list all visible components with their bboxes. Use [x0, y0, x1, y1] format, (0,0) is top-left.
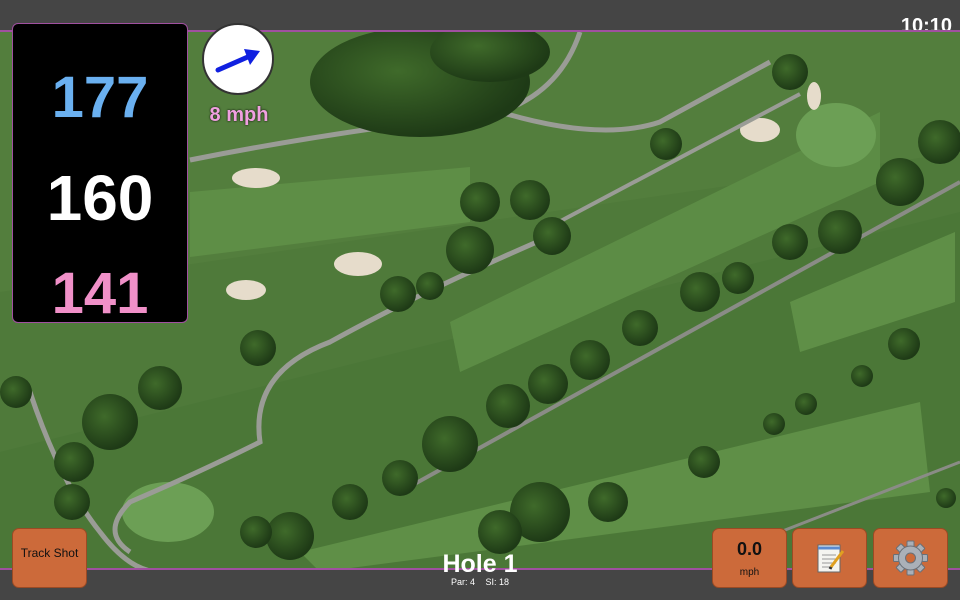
track-shot-label: Track Shot: [20, 546, 79, 560]
wind-speed-value: 0.0: [736, 539, 763, 559]
back-distance: 177: [51, 65, 149, 130]
wind-indicator: [202, 23, 274, 95]
wind-direction-arrow-icon: [215, 49, 260, 73]
front-distance: 141: [51, 261, 149, 326]
hole-info: Par: 4 SI: 18: [380, 577, 580, 587]
wind-speed-unit: mph: [739, 567, 760, 578]
hole-title: Hole 1: [442, 550, 518, 578]
wind-speed-button[interactable]: 0.0 mph: [712, 528, 787, 588]
hole-stroke-index: SI: 18: [485, 577, 510, 587]
middle-distance: 160: [46, 162, 154, 234]
distance-panel: 177 160 141: [12, 23, 188, 326]
gear-icon: [893, 540, 928, 576]
notes-button[interactable]: [792, 528, 867, 588]
wind-speed-label: 8 mph: [209, 104, 269, 126]
notepad-icon: [817, 544, 845, 573]
hole-par: Par: 4: [450, 577, 475, 587]
track-shot-button[interactable]: Track Shot: [12, 528, 87, 588]
settings-button[interactable]: [873, 528, 948, 588]
